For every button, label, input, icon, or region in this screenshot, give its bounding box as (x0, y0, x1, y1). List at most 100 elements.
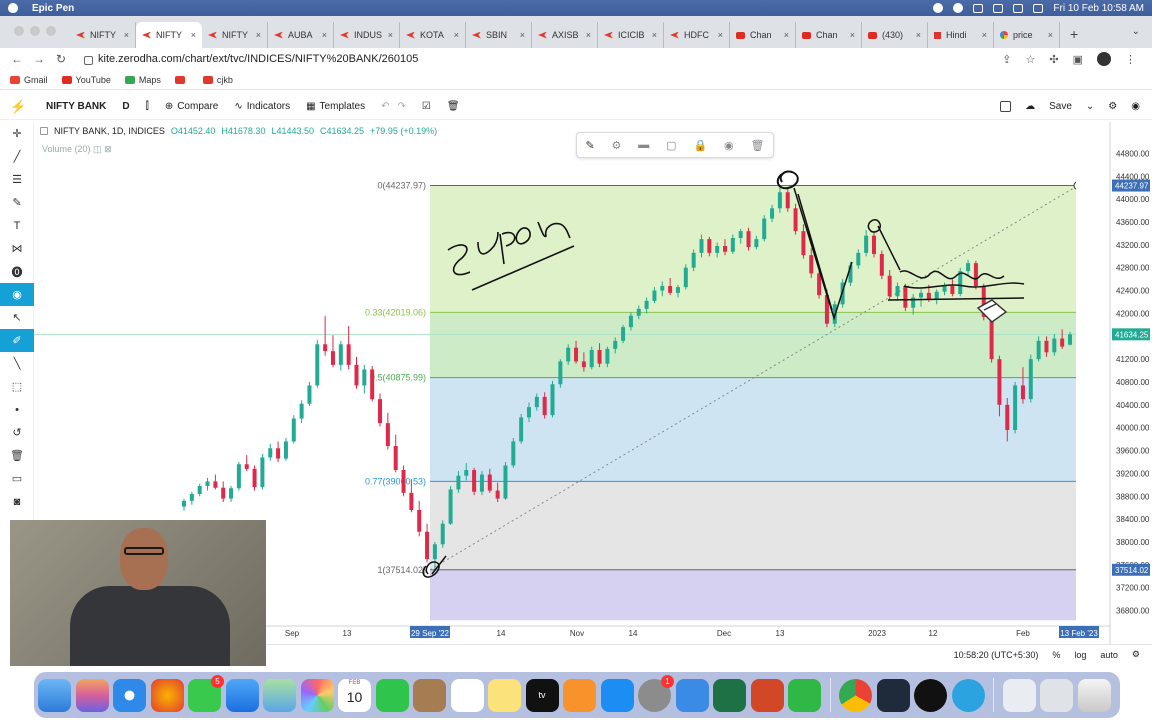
screenshot-icon[interactable]: ◙ (0, 490, 34, 513)
epic-pen-icon[interactable] (914, 678, 947, 712)
trend-line-icon[interactable]: ╱ (0, 145, 34, 168)
reminders-icon[interactable] (450, 678, 484, 712)
browser-tab[interactable]: Chan × (796, 22, 862, 48)
trash-bin-icon[interactable] (1077, 678, 1111, 712)
camera-icon[interactable]: ◉ (1131, 101, 1140, 112)
close-tab-icon[interactable]: × (124, 30, 129, 40)
bookmark-item[interactable]: cjkb (202, 75, 233, 85)
clone-icon[interactable]: ▢ (666, 139, 676, 152)
notes-icon[interactable] (488, 678, 521, 712)
close-tab-icon[interactable]: × (191, 30, 196, 40)
numbers-icon[interactable] (788, 678, 821, 712)
profile-avatar[interactable] (1097, 52, 1111, 66)
close-tab-icon[interactable]: × (520, 30, 525, 40)
browser-tab[interactable]: AXISB × (532, 22, 598, 48)
close-tab-icon[interactable]: × (850, 30, 855, 40)
close-tab-icon[interactable]: × (586, 30, 591, 40)
fullscreen-icon[interactable] (1000, 101, 1012, 112)
symbol-search[interactable]: NIFTY BANK (46, 101, 106, 112)
save-chevron-icon[interactable]: ⌄ (1086, 101, 1094, 112)
indicators-button[interactable]: ∿ Indicators (234, 101, 290, 112)
pen-tool-icon[interactable]: ✐ (0, 329, 34, 352)
bookmark-star-icon[interactable]: ☆ (1026, 53, 1036, 66)
remove-icon[interactable]: ⊠ (104, 144, 112, 154)
eye-tool-icon[interactable]: ◉ (0, 283, 34, 306)
extensions-icon[interactable]: ✣ (1049, 53, 1058, 66)
browser-tab[interactable]: ICICIB × (598, 22, 664, 48)
search-icon[interactable] (1013, 3, 1024, 13)
bookmark-item[interactable] (174, 75, 189, 84)
cursor-tool-icon[interactable]: ↖ (0, 306, 34, 329)
firefox-icon[interactable] (150, 678, 184, 712)
close-tab-icon[interactable]: × (652, 30, 657, 40)
whiteboard-icon[interactable]: ▭ (0, 467, 34, 490)
system-preferences-icon[interactable]: 1 (638, 674, 674, 712)
dot-size-icon[interactable]: • (0, 398, 34, 421)
color-wheel-icon[interactable] (933, 3, 944, 13)
visibility-icon[interactable]: ◫ (93, 144, 102, 154)
browser-tab[interactable]: price × (994, 22, 1060, 48)
checkbox-icon[interactable]: ☑ (422, 101, 431, 112)
apple-icon[interactable] (8, 3, 18, 13)
line-color-icon[interactable]: ✎ (585, 139, 594, 152)
reload-button[interactable]: ↻ (50, 52, 72, 66)
screen-recorder-icon[interactable] (876, 678, 910, 712)
browser-tab[interactable]: INDUS × (334, 22, 400, 48)
crosshair-icon[interactable]: ✛ (0, 122, 34, 145)
finder-icon[interactable] (38, 678, 71, 712)
trash-icon[interactable]: 🗑 (447, 101, 460, 112)
record-icon[interactable] (953, 3, 964, 13)
bookmark-item[interactable]: Gmail (10, 75, 48, 85)
apple-tv-icon[interactable]: tv (525, 678, 559, 712)
tab-search-chevron-icon[interactable]: ⌄ (1132, 26, 1140, 37)
save-button[interactable]: Save (1049, 101, 1072, 112)
compare-button[interactable]: ⊕ Compare (165, 101, 219, 112)
status-settings-icon[interactable]: ⚙ (1132, 649, 1140, 660)
browser-tab[interactable]: HDFC × (664, 22, 730, 48)
close-tab-icon[interactable]: × (256, 30, 261, 40)
powerpoint-icon[interactable] (750, 678, 784, 712)
fib-retracement-icon[interactable]: ☰ (0, 168, 34, 191)
close-window-button[interactable] (14, 26, 24, 36)
launchpad-icon[interactable] (75, 678, 109, 712)
browser-tab[interactable]: (430) × (862, 22, 928, 48)
excel-icon[interactable] (713, 678, 746, 712)
templates-button[interactable]: ▦ Templates (306, 101, 365, 112)
close-tab-icon[interactable]: × (784, 30, 789, 40)
clock[interactable]: Fri 10 Feb 10:58 AM (1053, 3, 1144, 14)
new-tab-button[interactable]: + (1070, 26, 1078, 42)
more-menu-icon[interactable]: ⋮ (1125, 53, 1136, 66)
photos-icon[interactable] (300, 678, 334, 712)
template-icon[interactable]: ▬ (638, 139, 649, 151)
log-scale-toggle[interactable]: log (1074, 650, 1086, 660)
settings-gear-icon[interactable]: ⚙ (1108, 101, 1117, 112)
hide-icon[interactable]: ◉ (724, 139, 734, 152)
epic-pen-logo-icon[interactable]: ⓿ (0, 260, 34, 283)
auto-scale-toggle[interactable]: auto (1100, 650, 1118, 660)
marker-tool-icon[interactable]: ╲ (0, 352, 34, 375)
close-tab-icon[interactable]: × (322, 30, 327, 40)
collapse-legend-icon[interactable] (40, 127, 48, 135)
downloads-stack-icon[interactable] (1002, 678, 1036, 712)
undo-button[interactable]: ↶ (381, 101, 389, 112)
documents-stack-icon[interactable] (1040, 678, 1073, 712)
app-store-icon[interactable] (600, 678, 634, 712)
delete-icon[interactable]: 🗑 (751, 139, 765, 152)
chart-type-button[interactable]: ⫿ (146, 101, 149, 112)
safari-icon[interactable] (113, 678, 146, 712)
browser-tab[interactable]: Chan × (730, 22, 796, 48)
close-tab-icon[interactable]: × (454, 30, 459, 40)
interval-selector[interactable]: D (122, 101, 129, 112)
lock-icon[interactable]: 🔒 (693, 139, 707, 152)
mail-icon[interactable] (225, 678, 259, 712)
telegram-icon[interactable] (951, 678, 985, 712)
browser-tab[interactable]: KOTA × (400, 22, 466, 48)
close-tab-icon[interactable]: × (982, 30, 987, 40)
control-center-icon[interactable] (1033, 3, 1044, 13)
close-tab-icon[interactable]: × (1048, 30, 1053, 40)
pages-icon[interactable] (563, 678, 596, 712)
bookmark-item[interactable]: YouTube (61, 75, 111, 85)
contacts-icon[interactable] (413, 678, 446, 712)
back-button[interactable]: ← (6, 52, 28, 66)
active-app-name[interactable]: Epic Pen (32, 3, 74, 14)
